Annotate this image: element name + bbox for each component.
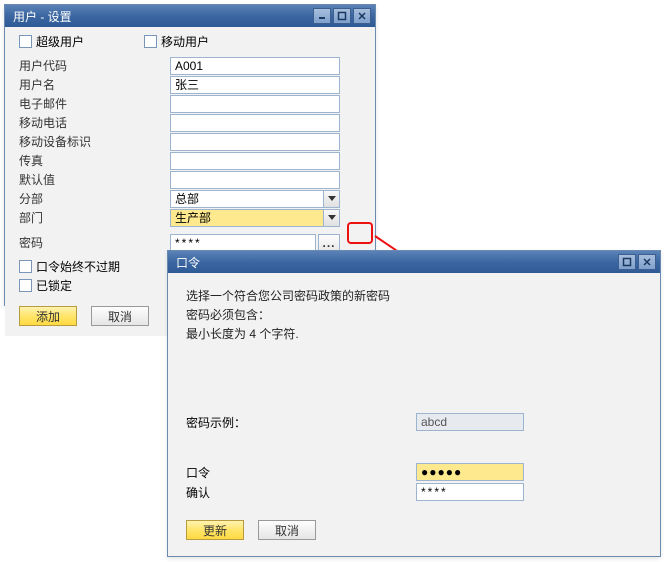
password-ellipsis-button[interactable]: ... — [318, 234, 340, 252]
dept-value: 生产部 — [175, 209, 211, 226]
info-line-3: 最小长度为 4 个字符. — [186, 325, 642, 342]
defaults-input[interactable] — [170, 171, 340, 189]
add-button[interactable]: 添加 — [19, 306, 77, 326]
checkbox-icon — [19, 260, 32, 273]
confirm-input[interactable]: **** — [416, 483, 524, 501]
username-input[interactable]: 张三 — [170, 76, 340, 94]
checkbox-icon — [19, 279, 32, 292]
branch-select[interactable]: 总部 — [170, 190, 340, 208]
user-settings-titlebar[interactable]: 用户 - 设置 — [5, 5, 375, 27]
info-line-1: 选择一个符合您公司密码政策的新密码 — [186, 287, 642, 304]
password2-input[interactable]: ●●●●● — [416, 463, 524, 481]
password-dialog-titlebar[interactable]: 口令 — [168, 251, 660, 273]
confirm-label: 确认 — [186, 484, 416, 501]
update-button[interactable]: 更新 — [186, 520, 244, 540]
mobileuser-label: 移动用户 — [161, 33, 209, 50]
defaults-label: 默认值 — [15, 171, 170, 188]
minimize-button[interactable] — [313, 8, 331, 24]
user-settings-title: 用户 - 设置 — [13, 8, 313, 25]
locked-label: 已锁定 — [36, 277, 72, 294]
mobiledevice-input[interactable] — [170, 133, 340, 151]
email-label: 电子邮件 — [15, 95, 170, 112]
mobiledevice-label: 移动设备标识 — [15, 133, 170, 150]
cancel-button-2[interactable]: 取消 — [258, 520, 316, 540]
maximize-button[interactable] — [333, 8, 351, 24]
password-input[interactable]: **** — [170, 234, 316, 252]
info-line-2: 密码必须包含： — [186, 306, 642, 323]
mobilephone-input[interactable] — [170, 114, 340, 132]
usercode-label: 用户代码 — [15, 57, 170, 74]
dept-label: 部门 — [15, 209, 170, 226]
superuser-label: 超级用户 — [36, 33, 84, 50]
password-label: 密码 — [15, 234, 170, 251]
branch-label: 分部 — [15, 190, 170, 207]
maximize-button[interactable] — [618, 254, 636, 270]
dept-select[interactable]: 生产部 — [170, 209, 340, 227]
cancel-button-label: 取消 — [108, 308, 132, 325]
password-dialog-title: 口令 — [176, 254, 618, 271]
dropdown-arrow-icon — [323, 210, 339, 226]
dropdown-arrow-icon — [323, 191, 339, 207]
update-button-label: 更新 — [203, 522, 227, 539]
fax-label: 传真 — [15, 152, 170, 169]
checkbox-icon — [19, 35, 32, 48]
checkbox-icon — [144, 35, 157, 48]
usercode-input[interactable]: A001 — [170, 57, 340, 75]
fax-input[interactable] — [170, 152, 340, 170]
example-value: abcd — [416, 413, 524, 431]
example-label: 密码示例： — [186, 414, 416, 431]
add-button-label: 添加 — [36, 308, 60, 325]
password-dialog-window: 口令 选择一个符合您公司密码政策的新密码 密码必须包含： 最小长度为 4 个字符… — [167, 250, 661, 557]
branch-value: 总部 — [175, 190, 199, 207]
close-button[interactable] — [353, 8, 371, 24]
mobileuser-checkbox[interactable]: 移动用户 — [144, 33, 209, 50]
username-label: 用户名 — [15, 76, 170, 93]
password2-label: 口令 — [186, 464, 416, 481]
cancel-button[interactable]: 取消 — [91, 306, 149, 326]
email-input[interactable] — [170, 95, 340, 113]
superuser-checkbox[interactable]: 超级用户 — [19, 33, 84, 50]
close-button[interactable] — [638, 254, 656, 270]
mobilephone-label: 移动电话 — [15, 114, 170, 131]
noexpire-label: 口令始终不过期 — [36, 258, 120, 275]
cancel-button-2-label: 取消 — [275, 522, 299, 539]
